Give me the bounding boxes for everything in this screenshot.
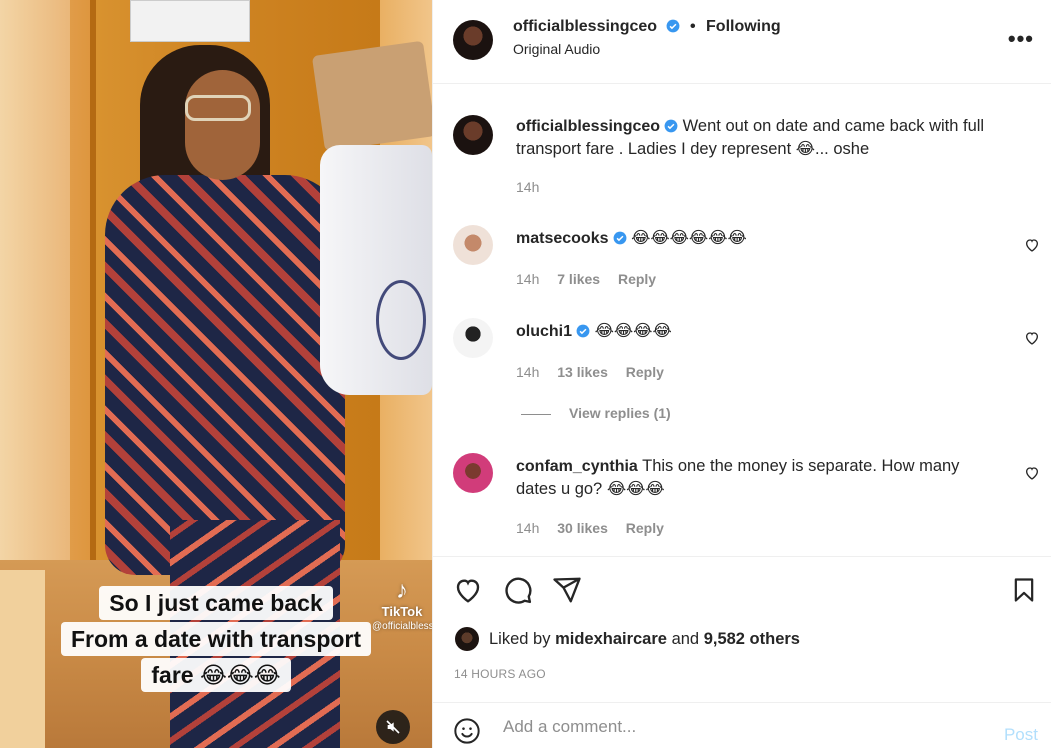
commenter-avatar[interactable]: [453, 453, 493, 493]
post-panel: officialblessingceo • Following Original…: [432, 0, 1051, 748]
comment-meta: 14h 13 likes Reply: [516, 364, 678, 380]
tiktok-icon: ♪: [396, 577, 408, 604]
likes-prefix: Liked by: [489, 629, 551, 648]
view-replies-label: View replies (1): [569, 405, 671, 421]
likes-conj: and: [671, 629, 700, 648]
wall: [0, 0, 70, 600]
following-button[interactable]: Following: [706, 18, 781, 35]
view-replies-button[interactable]: View replies (1): [521, 405, 671, 421]
wall-paper: [130, 0, 250, 42]
paper-bag: [311, 40, 432, 152]
comment-time: 14h: [516, 364, 540, 380]
post-header: officialblessingceo • Following Original…: [433, 0, 1051, 84]
likes-count[interactable]: 9,582 others: [704, 630, 800, 649]
comment-meta: 14h 30 likes Reply: [516, 520, 678, 536]
person-dress: [105, 175, 345, 575]
comment-body: confam_cynthia This one the money is sep…: [516, 455, 986, 500]
tiktok-brand: TikTok: [381, 604, 423, 619]
share-icon[interactable]: [552, 575, 582, 605]
likes-summary: Liked by midexhaircare and 9,582 others: [455, 627, 800, 651]
caption-line: From a date with transport: [60, 622, 372, 656]
reply-button[interactable]: Reply: [626, 520, 664, 536]
author-info: officialblessingceo • Following Original…: [513, 18, 781, 57]
emoji-icon[interactable]: [453, 717, 481, 745]
comment-likes[interactable]: 13 likes: [557, 364, 608, 380]
comment-likes[interactable]: 30 likes: [557, 520, 608, 536]
comments-section[interactable]: officialblessingceo Went out on date and…: [433, 85, 1051, 555]
comment-text: 😂😂😂😂😂😂: [631, 229, 747, 247]
verified-icon: [576, 324, 590, 338]
caption-avatar[interactable]: [453, 115, 493, 155]
verified-icon: [664, 119, 678, 133]
commenter-username[interactable]: confam_cynthia: [516, 458, 638, 475]
commenter-avatar[interactable]: [453, 225, 493, 265]
tiktok-watermark: ♪ TikTok @officialblessingceo: [372, 577, 432, 633]
video-caption: So I just came back From a date with tra…: [0, 584, 432, 692]
like-comment-icon[interactable]: [1024, 465, 1040, 481]
commenter-username[interactable]: matsecooks: [516, 230, 609, 247]
separator-dot: •: [689, 18, 696, 35]
liker-username[interactable]: midexhaircare: [555, 630, 667, 649]
mute-button[interactable]: [376, 710, 410, 744]
person-glasses: [185, 95, 251, 121]
caption-username[interactable]: officialblessingceo: [516, 118, 660, 135]
comment-body: oluchi1 😂😂😂😂: [516, 320, 1016, 343]
verified-icon: [666, 19, 679, 33]
caption-line: So I just came back: [99, 586, 333, 620]
comment-likes[interactable]: 7 likes: [557, 271, 600, 287]
person-face: [185, 70, 260, 180]
more-options-button[interactable]: •••: [1008, 26, 1034, 52]
author-username[interactable]: officialblessingceo: [513, 18, 657, 35]
bag-logo: [376, 280, 426, 360]
caption-line: fare 😂😂😂: [141, 658, 291, 692]
plastic-bag: [320, 145, 432, 395]
tiktok-handle: @officialblessingceo: [372, 621, 432, 632]
reply-button[interactable]: Reply: [626, 364, 664, 380]
comment-time: 14h: [516, 271, 540, 287]
comment-body: matsecooks 😂😂😂😂😂😂: [516, 227, 1016, 250]
commenter-avatar[interactable]: [453, 318, 493, 358]
like-comment-icon[interactable]: [1024, 237, 1040, 253]
commenter-username[interactable]: oluchi1: [516, 323, 572, 340]
comment-time: 14h: [516, 520, 540, 536]
audio-link[interactable]: Original Audio: [513, 41, 781, 57]
caption-time: 14h: [516, 179, 540, 195]
comment-input[interactable]: [503, 717, 963, 737]
reply-button[interactable]: Reply: [618, 271, 656, 287]
post-timestamp: 14 HOURS AGO: [454, 667, 546, 681]
post-actions: Liked by midexhaircare and 9,582 others …: [433, 556, 1051, 681]
caption-text-block: officialblessingceo Went out on date and…: [516, 115, 1016, 160]
like-comment-icon[interactable]: [1024, 330, 1040, 346]
save-icon[interactable]: [1010, 575, 1038, 605]
comment-meta: 14h 7 likes Reply: [516, 271, 670, 287]
speaker-muted-icon: [386, 720, 400, 734]
replies-divider: [521, 413, 551, 415]
comment-text: 😂😂😂😂: [594, 322, 672, 340]
post-media[interactable]: So I just came back From a date with tra…: [0, 0, 432, 748]
comment-composer: Post: [433, 702, 1051, 748]
like-icon[interactable]: [453, 575, 483, 605]
author-avatar[interactable]: [453, 20, 493, 60]
verified-icon: [613, 231, 626, 245]
comment-icon[interactable]: [503, 575, 533, 605]
post-comment-button[interactable]: Post: [1004, 725, 1038, 745]
caption-meta: 14h: [516, 179, 553, 195]
liker-avatar[interactable]: [455, 627, 479, 651]
